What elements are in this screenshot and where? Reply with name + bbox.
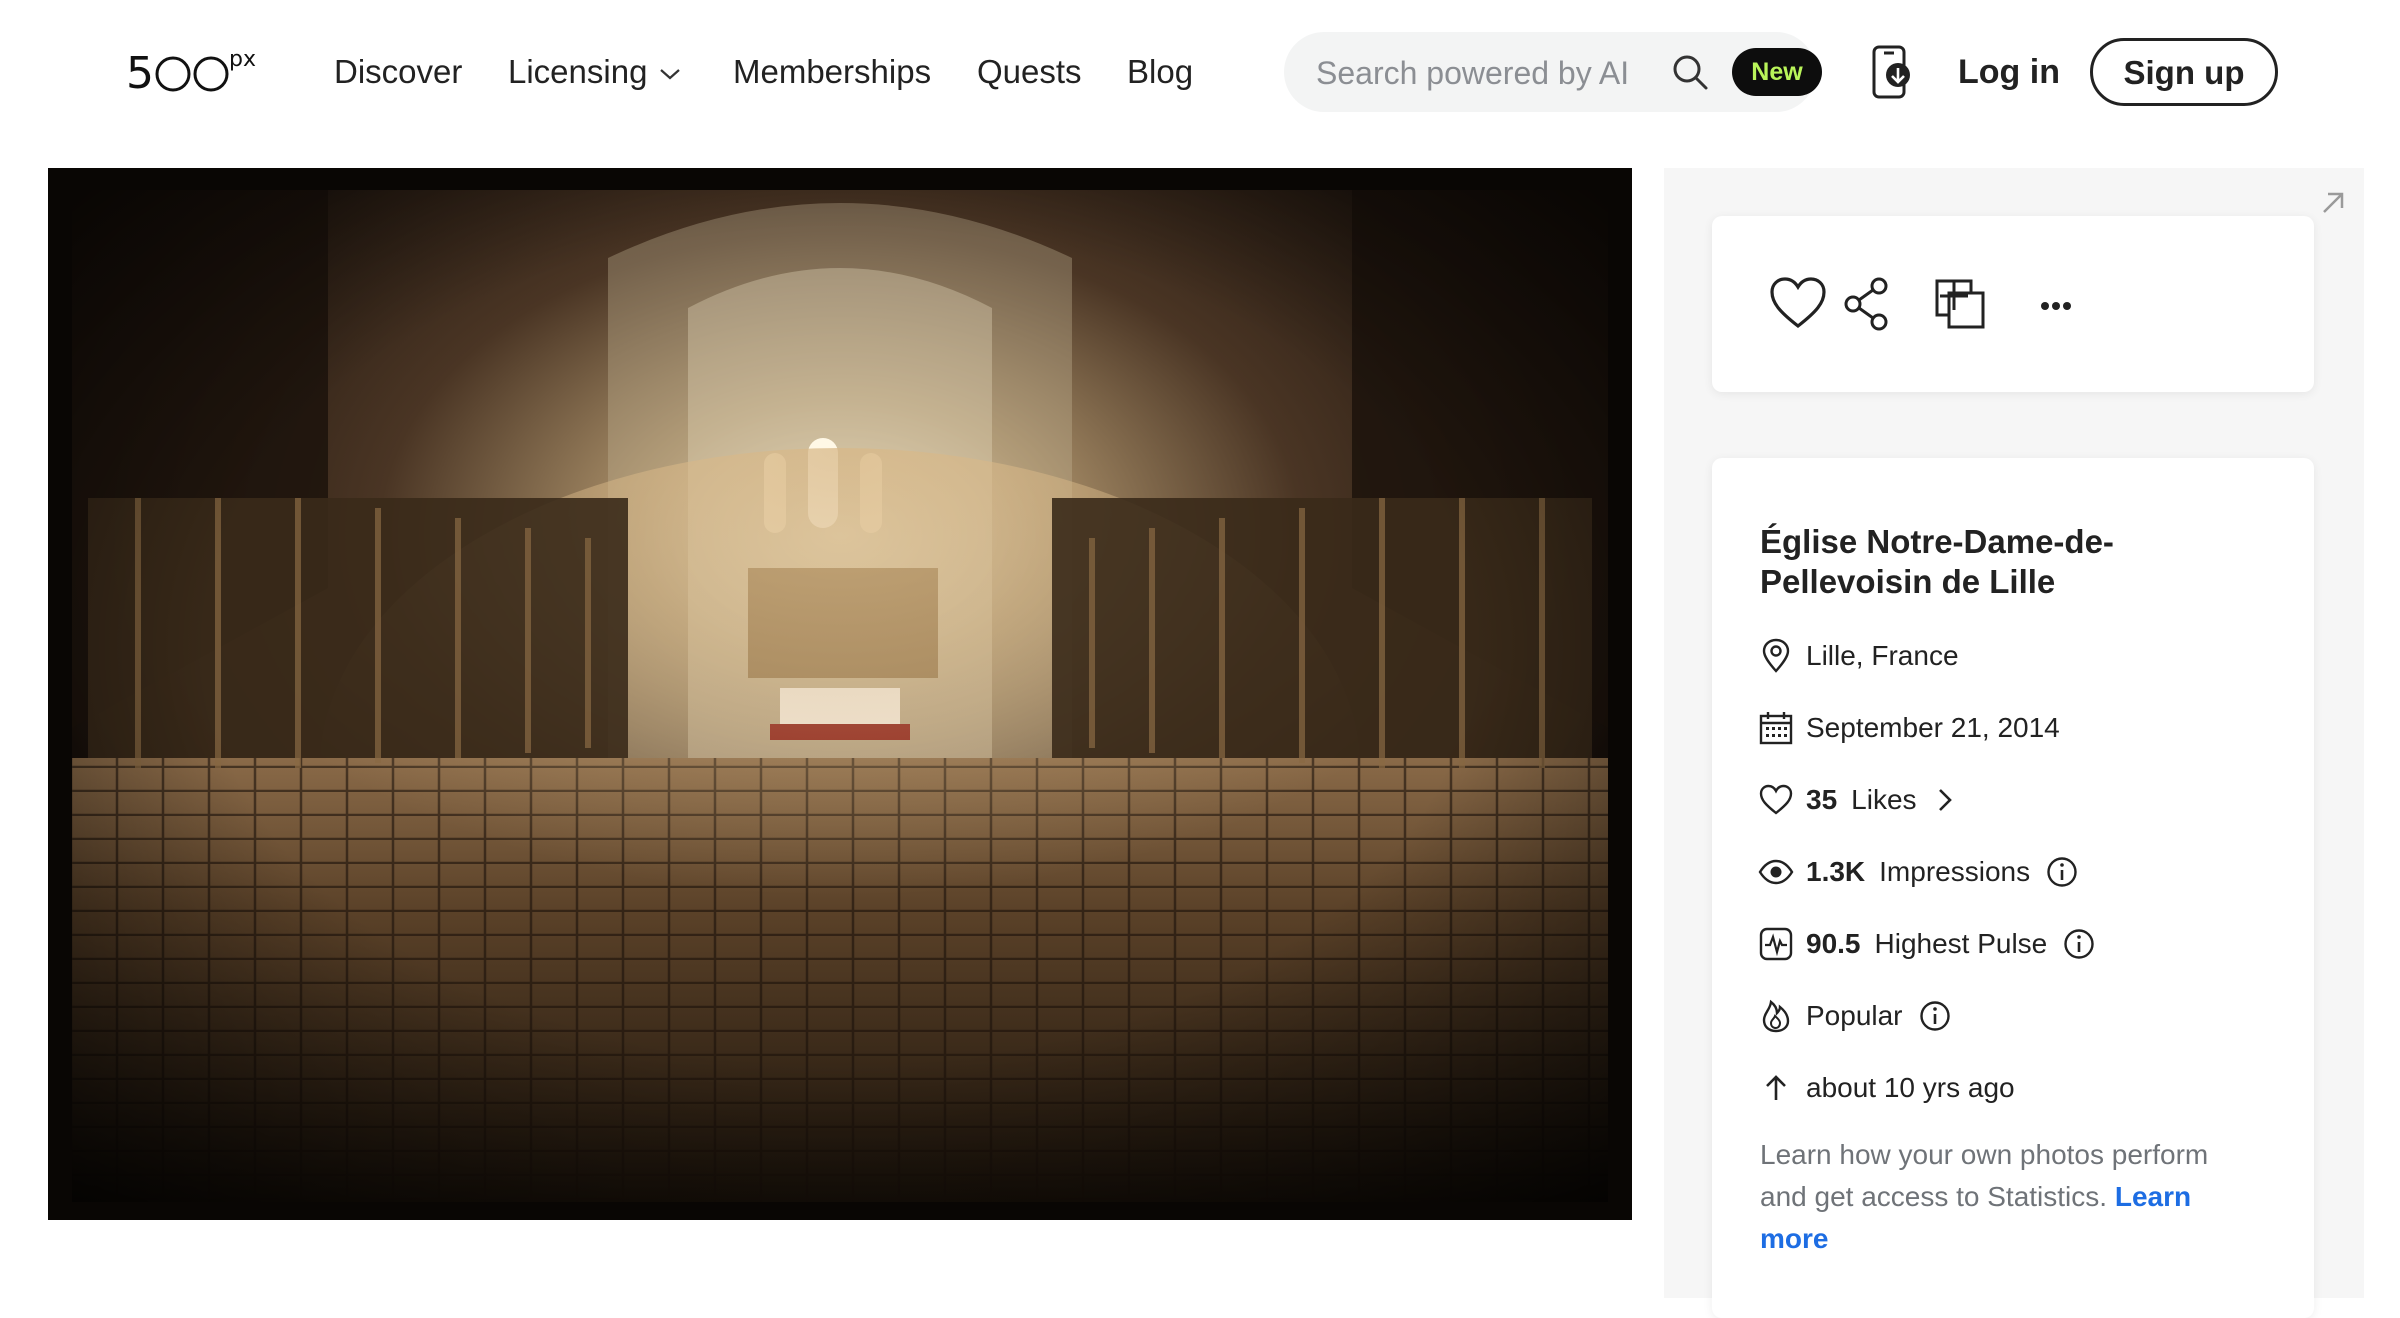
chevron-down-icon — [660, 69, 681, 80]
photo-title: Église Notre-Dame-de-Pellevoisin de Lill… — [1760, 523, 2114, 600]
likes-row[interactable]: 35 Likes — [1758, 778, 1957, 822]
pulse-value: 90.5 — [1806, 928, 1861, 959]
log-in-link[interactable]: Log in — [1958, 44, 2060, 100]
nav-discover[interactable]: Discover — [334, 44, 462, 100]
popular-label: Popular — [1806, 1000, 1903, 1031]
heart-icon[interactable] — [1766, 272, 1830, 336]
photo-viewer[interactable] — [48, 168, 1632, 1220]
expand-arrow-icon[interactable] — [2318, 188, 2348, 218]
location-text: Lille, France — [1806, 640, 1959, 671]
impressions-label: Impressions — [1879, 856, 2031, 887]
location-pin-icon — [1762, 638, 1790, 673]
new-badge: New — [1732, 48, 1822, 96]
nav-quests[interactable]: Quests — [977, 44, 1082, 100]
nav-memberships[interactable]: Memberships — [733, 44, 931, 100]
photo-info-card: Église Notre-Dame-de-Pellevoisin de Lill… — [1712, 458, 2314, 1318]
arrow-up-icon — [1766, 1075, 1786, 1100]
svg-text:px: px — [229, 50, 256, 72]
date-text: September 21, 2014 — [1806, 712, 2060, 743]
info-icon[interactable] — [1919, 1000, 1951, 1032]
calendar-icon — [1759, 712, 1793, 745]
app-download-icon[interactable] — [1866, 44, 1918, 100]
date-row: September 21, 2014 — [1758, 706, 2060, 750]
likes-label: Likes — [1851, 784, 1917, 815]
info-icon[interactable] — [2046, 856, 2078, 888]
search-input[interactable] — [1314, 50, 1648, 96]
share-icon[interactable] — [1834, 272, 1898, 336]
search-bar[interactable]: New — [1284, 32, 1822, 112]
chevron-right-icon — [1938, 789, 1952, 811]
flame-icon — [1762, 999, 1790, 1033]
church-interior-photo — [48, 168, 1632, 1220]
add-to-gallery-icon[interactable] — [1928, 272, 1992, 336]
more-icon[interactable] — [2024, 272, 2088, 336]
pulse-icon — [1759, 927, 1793, 961]
info-icon[interactable] — [2063, 928, 2095, 960]
statistics-promo: Learn how your own photos perform and ge… — [1760, 1134, 2260, 1260]
heart-outline-icon — [1759, 784, 1793, 815]
svg-text:5: 5 — [126, 50, 153, 96]
photo-actions-card — [1712, 216, 2314, 392]
pulse-label: Highest Pulse — [1874, 928, 2048, 959]
impressions-count: 1.3K — [1806, 856, 1866, 887]
eye-icon — [1758, 859, 1794, 885]
search-icon[interactable] — [1670, 52, 1710, 92]
uploaded-text: about 10 yrs ago — [1806, 1072, 2015, 1103]
uploaded-row: about 10 yrs ago — [1758, 1066, 2015, 1110]
sign-up-button[interactable]: Sign up — [2090, 38, 2278, 106]
500px-logo[interactable]: 5 px — [126, 50, 276, 96]
nav-licensing-label: Licensing — [508, 53, 648, 90]
likes-count: 35 — [1806, 784, 1838, 815]
nav-licensing[interactable]: Licensing — [508, 44, 681, 100]
pulse-row: 90.5 Highest Pulse — [1758, 922, 2095, 966]
location-row[interactable]: Lille, France — [1758, 634, 1959, 678]
impressions-row: 1.3K Impressions — [1758, 850, 2078, 894]
popular-row: Popular — [1758, 994, 1951, 1038]
nav-blog[interactable]: Blog — [1127, 44, 1193, 100]
